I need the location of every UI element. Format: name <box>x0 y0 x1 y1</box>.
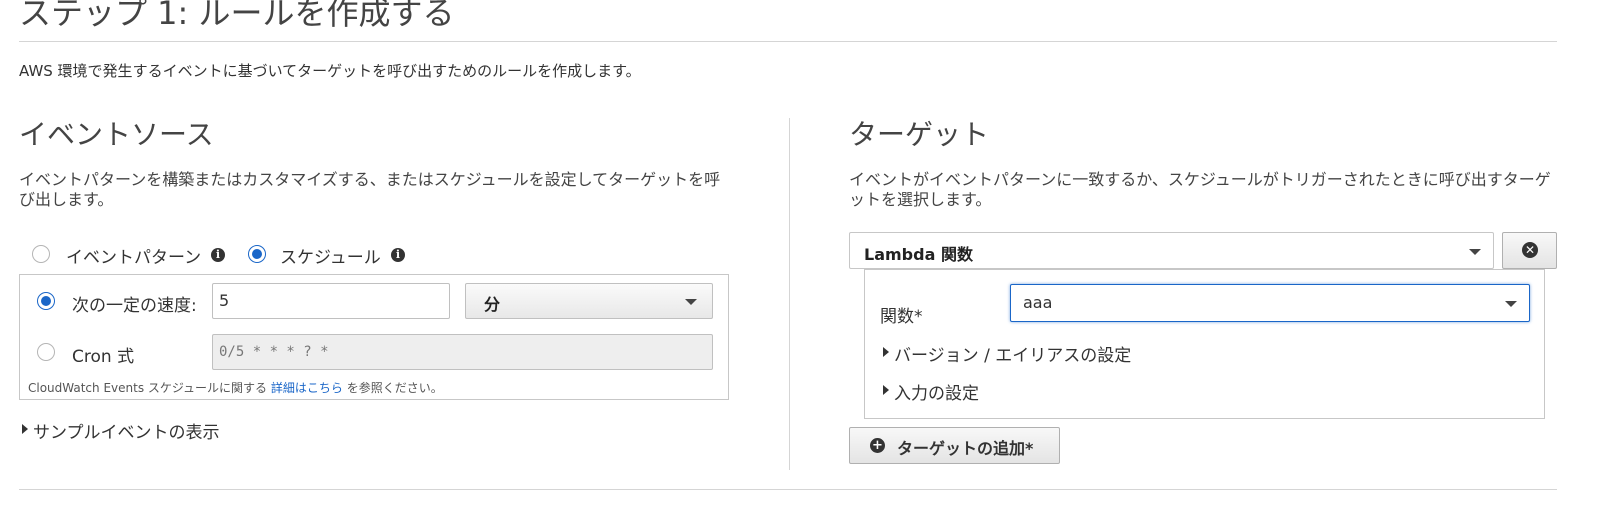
show-sample-event-toggle[interactable]: サンプルイベントの表示 <box>33 418 220 443</box>
rate-unit-value: 分 <box>484 295 501 314</box>
event-pattern-label[interactable]: イベントパターン <box>66 243 201 268</box>
help-suffix: を参照ください。 <box>346 381 443 395</box>
cron-expression-input: 0/5 * * * ? * <box>212 334 713 370</box>
page-title: ステップ 1: ルールを作成する <box>19 0 455 32</box>
input-config-toggle[interactable]: 入力の設定 <box>894 379 979 404</box>
schedule-info-icon[interactable]: i <box>391 248 405 262</box>
plus-icon: + <box>870 438 885 453</box>
function-select[interactable]: aaa <box>1010 284 1530 322</box>
add-target-label: ターゲットの追加* <box>897 439 1034 458</box>
event-pattern-radio[interactable] <box>32 245 50 263</box>
event-source-description: イベントパターンを構築またはカスタマイズする、またはスケジュールを設定してターゲ… <box>19 170 721 209</box>
column-divider <box>789 118 790 470</box>
page-description: AWS 環境で発生するイベントに基づいてターゲットを呼び出すためのルールを作成し… <box>19 62 641 80</box>
fixed-rate-label[interactable]: 次の一定の速度: <box>72 291 197 316</box>
learn-more-link[interactable]: 詳細はこちら <box>271 381 343 395</box>
rate-value-input[interactable]: 5 <box>212 283 450 319</box>
caret-right-icon <box>883 385 889 395</box>
event-pattern-info-icon[interactable]: i <box>211 248 225 262</box>
target-type-select[interactable]: Lambda 関数 <box>849 232 1494 269</box>
schedule-radio[interactable] <box>248 245 266 263</box>
cron-label[interactable]: Cron 式 <box>72 342 134 367</box>
target-type-value: Lambda 関数 <box>864 245 973 264</box>
chevron-down-icon <box>1505 301 1517 307</box>
chevron-down-icon <box>1469 249 1481 255</box>
bottom-divider <box>19 489 1557 490</box>
close-icon: ✕ <box>1522 242 1538 258</box>
targets-heading: ターゲット <box>849 118 990 151</box>
function-value: aaa <box>1023 293 1053 312</box>
event-source-heading: イベントソース <box>19 118 214 151</box>
targets-description: イベントがイベントパターンに一致するか、スケジュールがトリガーされたときに呼び出… <box>849 170 1551 209</box>
rate-unit-select[interactable]: 分 <box>465 283 713 319</box>
function-label: 関数* <box>880 307 923 327</box>
schedule-label[interactable]: スケジュール <box>280 243 381 268</box>
caret-right-icon <box>22 424 28 434</box>
chevron-down-icon <box>685 299 697 305</box>
cron-radio[interactable] <box>37 343 55 361</box>
version-alias-toggle[interactable]: バージョン / エイリアスの設定 <box>894 341 1131 366</box>
caret-right-icon <box>883 347 889 357</box>
remove-target-button[interactable]: ✕ <box>1502 232 1557 269</box>
fixed-rate-radio[interactable] <box>37 292 55 310</box>
title-divider <box>19 41 1557 42</box>
add-target-button[interactable]: + ターゲットの追加* <box>849 427 1060 464</box>
schedule-help-text: CloudWatch Events スケジュールに関する 詳細はこちら を参照く… <box>28 379 443 396</box>
help-prefix: CloudWatch Events スケジュールに関する <box>28 381 268 395</box>
